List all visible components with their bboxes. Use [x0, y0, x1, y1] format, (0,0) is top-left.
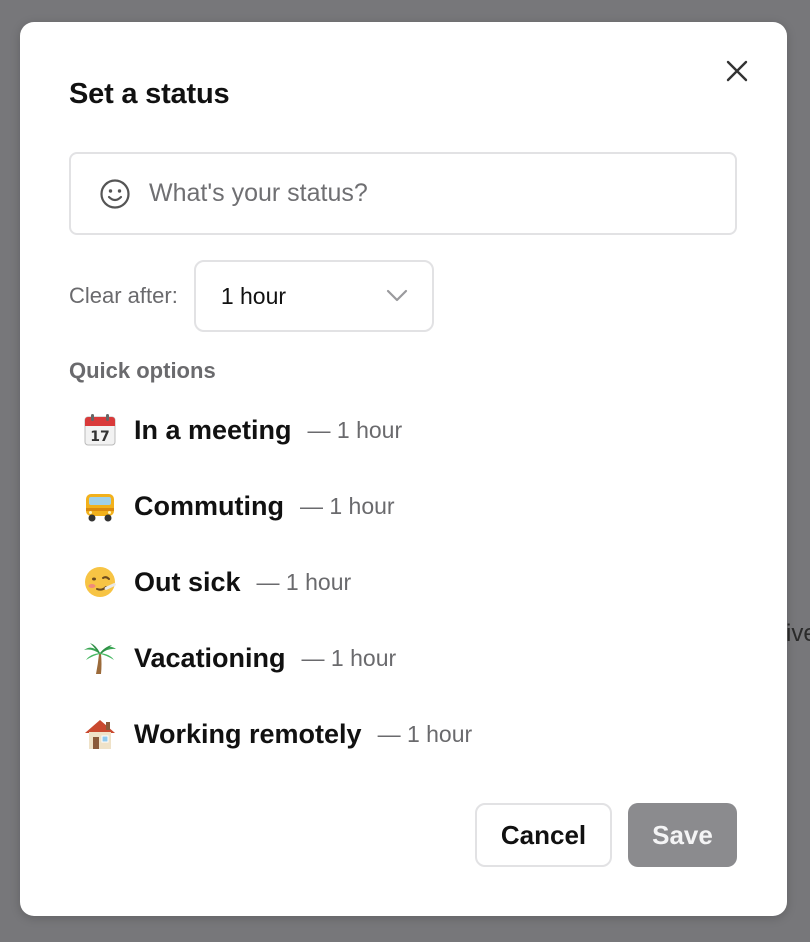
quick-option-working-remotely[interactable]: Working remotely — 1 hour	[82, 709, 472, 759]
background-text-fragment: ive	[786, 620, 810, 647]
quick-option-duration: — 1 hour	[256, 568, 352, 595]
clear-after-dropdown[interactable]: 1 hour	[193, 260, 434, 332]
house-icon	[82, 716, 118, 752]
calendar-icon: 17	[82, 412, 118, 448]
quick-option-duration: — 1 hour	[377, 720, 473, 747]
chevron-down-icon	[386, 289, 407, 302]
sick-face-icon	[82, 564, 118, 600]
clear-after-value: 1 hour	[220, 282, 287, 309]
quick-option-duration: — 1 hour	[299, 492, 395, 519]
bus-icon	[82, 488, 118, 524]
quick-option-duration: — 1 hour	[301, 644, 397, 671]
quick-option-label: In a meeting	[134, 414, 292, 445]
quick-option-label: Working remotely	[134, 718, 362, 749]
set-status-dialog: Set a status Clear after: 1 hour Quick o…	[20, 22, 787, 916]
quick-option-label: Commuting	[134, 490, 284, 521]
quick-options-heading: Quick options	[69, 358, 216, 383]
quick-option-in-a-meeting[interactable]: 17 In a meeting — 1 hour	[82, 405, 402, 455]
status-field	[69, 152, 737, 235]
quick-option-label: Vacationing	[134, 642, 286, 673]
emoji-picker-button[interactable]	[98, 177, 132, 211]
smiley-icon	[100, 178, 130, 209]
cancel-button[interactable]: Cancel	[475, 803, 612, 867]
svg-text:17: 17	[90, 429, 109, 445]
quick-option-out-sick[interactable]: Out sick — 1 hour	[82, 557, 351, 607]
palm-tree-icon	[82, 640, 118, 676]
clear-after-label: Clear after:	[69, 283, 178, 308]
status-input[interactable]	[149, 173, 735, 214]
quick-option-commuting[interactable]: Commuting — 1 hour	[82, 481, 395, 531]
close-icon	[726, 60, 748, 82]
close-button[interactable]	[722, 56, 752, 86]
dialog-title: Set a status	[69, 78, 230, 110]
quick-option-vacationing[interactable]: Vacationing — 1 hour	[82, 633, 396, 683]
save-button[interactable]: Save	[628, 803, 737, 867]
quick-option-duration: — 1 hour	[307, 416, 403, 443]
clear-after-row: Clear after: 1 hour	[69, 260, 434, 332]
quick-option-label: Out sick	[134, 566, 241, 597]
